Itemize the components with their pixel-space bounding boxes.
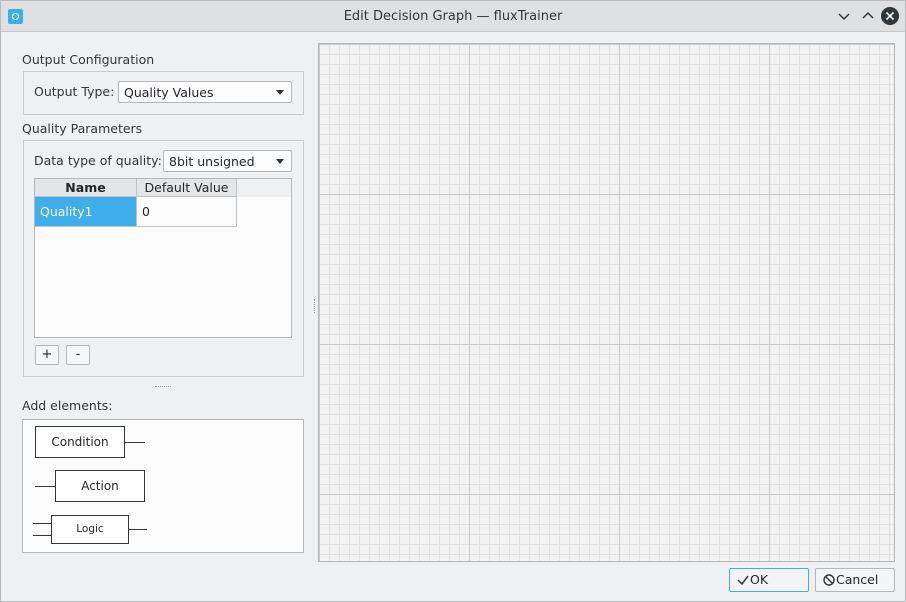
elements-palette: Condition Action Logic <box>22 419 304 553</box>
add-quality-button[interactable]: + <box>35 345 59 365</box>
logic-input-wire-1 <box>33 523 51 524</box>
title-bar[interactable]: Edit Decision Graph — fluxTrainer <box>1 1 905 32</box>
ok-label: OK <box>750 572 769 587</box>
column-header-name[interactable]: Name <box>35 179 137 197</box>
dropdown-arrow-icon <box>276 90 284 95</box>
action-element[interactable]: Action <box>55 470 145 502</box>
output-type-value: Quality Values <box>124 85 214 100</box>
check-icon <box>737 575 749 586</box>
close-icon <box>885 11 895 21</box>
dropdown-arrow-icon <box>276 159 284 164</box>
chevron-up-icon <box>862 11 874 19</box>
logic-input-wire-2 <box>33 535 51 536</box>
action-input-wire <box>35 486 55 487</box>
quality-params-heading: Quality Parameters <box>22 121 143 136</box>
datatype-label: Data type of quality: <box>34 153 162 168</box>
condition-element[interactable]: Condition <box>35 426 125 458</box>
table-cell-default[interactable]: 0 <box>137 197 237 227</box>
output-config-group: Output Type: Quality Values <box>23 71 304 115</box>
maximize-button[interactable] <box>859 7 877 25</box>
output-type-label: Output Type: <box>34 84 115 99</box>
logic-output-wire <box>129 529 147 530</box>
dialog-window: Edit Decision Graph — fluxTrainer Output… <box>0 0 906 602</box>
remove-quality-button[interactable]: - <box>66 345 90 365</box>
output-type-select[interactable]: Quality Values <box>118 81 292 103</box>
condition-output-wire <box>125 442 145 443</box>
ok-button[interactable]: OK <box>729 568 809 592</box>
chevron-down-icon <box>838 13 850 21</box>
quality-table: Name Default Value Quality1 0 <box>34 178 292 338</box>
output-config-heading: Output Configuration <box>22 52 155 67</box>
cancel-icon <box>823 574 835 586</box>
logic-element[interactable]: Logic <box>51 515 129 544</box>
datatype-value: 8bit unsigned <box>169 154 255 169</box>
window-title: Edit Decision Graph — fluxTrainer <box>343 9 563 24</box>
add-elements-heading: Add elements: <box>22 398 113 413</box>
minimize-button[interactable] <box>835 7 853 25</box>
graph-canvas[interactable] <box>318 43 895 562</box>
cancel-button[interactable]: Cancel <box>815 568 895 592</box>
horizontal-splitter-handle[interactable] <box>155 386 171 388</box>
column-header-default-value[interactable]: Default Value <box>137 179 237 197</box>
cancel-label: Cancel <box>836 572 879 587</box>
table-cell-name[interactable]: Quality1 <box>35 197 137 227</box>
header-filler <box>237 179 291 197</box>
vertical-splitter-handle[interactable] <box>314 299 316 313</box>
close-button[interactable] <box>881 7 899 25</box>
datatype-select[interactable]: 8bit unsigned <box>163 150 292 172</box>
